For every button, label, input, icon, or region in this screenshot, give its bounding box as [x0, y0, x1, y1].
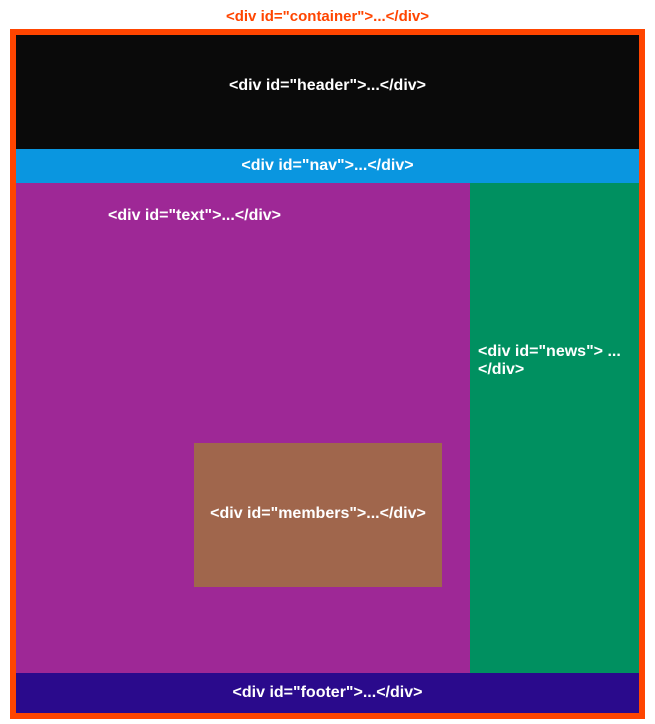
footer-label: <div id="footer">...</div> [233, 684, 423, 701]
header-box: <div id="header">...</div> [16, 35, 639, 149]
middle-row: <div id="text">...</div> <div id="member… [16, 183, 639, 673]
members-box: <div id="members">...</div> [194, 443, 442, 587]
container-box: <div id="header">...</div> <div id="nav"… [10, 29, 645, 719]
text-label: <div id="text">...</div> [108, 207, 281, 224]
text-box: <div id="text">...</div> <div id="member… [16, 183, 470, 673]
container-label: <div id="container">...</div> [10, 8, 645, 25]
members-label: <div id="members">...</div> [210, 505, 426, 522]
header-label: <div id="header">...</div> [229, 77, 426, 94]
nav-label: <div id="nav">...</div> [241, 157, 413, 174]
nav-box: <div id="nav">...</div> [16, 149, 639, 183]
news-box: <div id="news"> ...</div> [470, 183, 639, 673]
footer-box: <div id="footer">...</div> [16, 673, 639, 713]
news-label: <div id="news"> ...</div> [478, 343, 621, 378]
